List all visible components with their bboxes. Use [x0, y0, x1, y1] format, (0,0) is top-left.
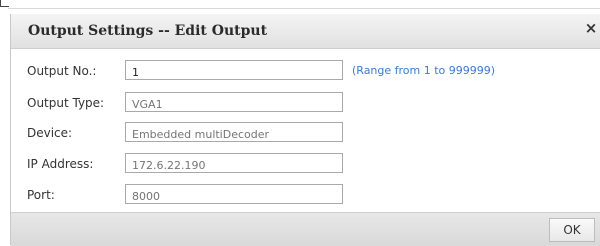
close-icon[interactable]: ×	[583, 20, 599, 36]
ip-address-row: IP Address:	[11, 153, 600, 175]
top-divider	[8, 8, 600, 9]
output-no-field[interactable]	[125, 60, 343, 82]
output-type-field	[125, 92, 343, 114]
device-row: Device:	[11, 122, 600, 144]
output-type-row: Output Type:	[11, 92, 600, 114]
device-field	[125, 122, 343, 144]
output-type-input	[126, 95, 342, 114]
port-field	[125, 184, 343, 206]
dialog-footer: OK	[11, 212, 600, 246]
ip-address-label: IP Address:	[27, 157, 94, 171]
dialog-title: Output Settings -- Edit Output	[28, 23, 268, 39]
ip-address-input	[126, 156, 342, 175]
output-no-row: Output No.: (Range from 1 to 999999)	[11, 60, 600, 82]
device-input	[126, 125, 342, 144]
port-input	[126, 187, 342, 206]
output-no-range-hint: (Range from 1 to 999999)	[352, 64, 496, 77]
ok-button[interactable]: OK	[549, 218, 595, 242]
ip-address-field	[125, 153, 343, 175]
output-settings-dialog: Output Settings -- Edit Output × Output …	[10, 14, 600, 246]
page-top-strip	[0, 0, 600, 10]
device-label: Device:	[27, 126, 73, 140]
output-no-input[interactable]	[126, 63, 342, 82]
port-row: Port:	[11, 184, 600, 206]
corner-glyph	[0, 0, 9, 7]
dialog-header: Output Settings -- Edit Output ×	[11, 14, 600, 49]
output-no-label: Output No.:	[27, 64, 97, 78]
port-label: Port:	[27, 188, 55, 202]
output-type-label: Output Type:	[27, 96, 105, 110]
